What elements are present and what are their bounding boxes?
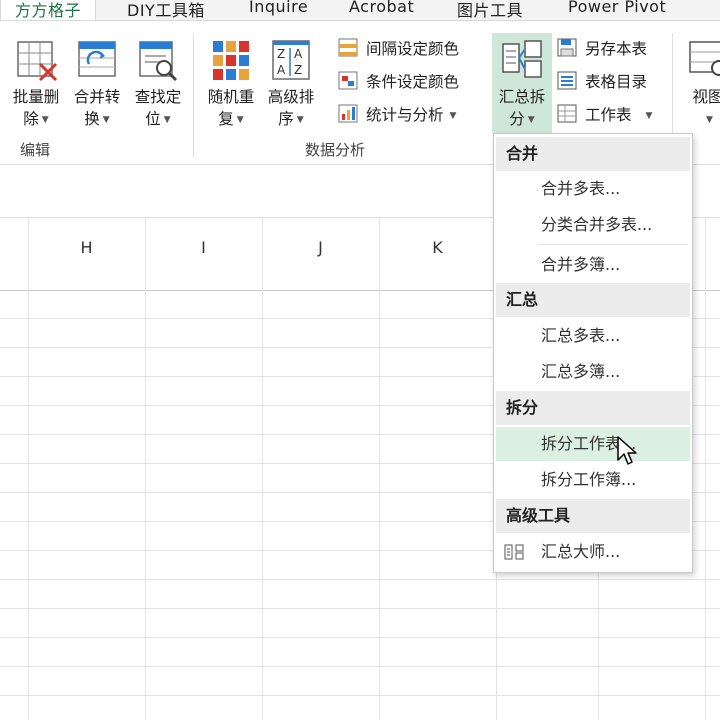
tab-acrobat[interactable]: Acrobat (349, 0, 414, 16)
menu-header-merge: 合并 (496, 137, 690, 171)
batch-delete-icon (17, 41, 58, 82)
summary-split-label-1: 汇总拆 (498, 88, 546, 106)
row-divider (0, 637, 720, 638)
interval-color-button[interactable]: 间隔设定颜色 (338, 37, 459, 61)
menu-item-summary-master-label: 汇总大师... (541, 542, 621, 561)
svg-text:Z: Z (294, 63, 302, 77)
stats-analysis-label: 统计与分析 (366, 106, 444, 124)
advanced-sort-label-1: 高级排 (267, 88, 315, 106)
menu-item-summary-master[interactable]: 汇总大师... (496, 535, 690, 569)
condition-color-icon (338, 71, 358, 90)
group-label-data-analysis: 数据分析 (305, 141, 366, 159)
column-divider (28, 218, 29, 720)
merge-convert-label-2: 换 (84, 110, 100, 128)
merge-convert-button[interactable]: 合并转 换 ▼ (66, 38, 128, 146)
chevron-down-icon: ▼ (296, 115, 304, 125)
tab-power-pivot[interactable]: Power Pivot (568, 0, 666, 16)
table-directory-icon (557, 71, 577, 90)
column-header-i[interactable]: I (145, 238, 262, 260)
table-directory-button[interactable]: 表格目录 (557, 70, 647, 94)
column-header-h[interactable]: H (28, 238, 145, 260)
group-label-edit: 编辑 (20, 141, 51, 159)
summary-master-icon (504, 544, 524, 560)
ribbon-tab-bar: 方方格子 DIY工具箱 Inquire Acrobat 图片工具 Power P… (0, 0, 720, 21)
row-divider (0, 579, 720, 580)
menu-item-merge-workbooks[interactable]: 合并多簿... (496, 248, 690, 282)
random-repeat-icon (213, 41, 249, 80)
column-divider (262, 218, 263, 720)
menu-item-split-worksheet[interactable]: 拆分工作表... (496, 427, 690, 461)
batch-delete-label-1: 批量删 (12, 88, 60, 106)
tab-fangfang[interactable]: 方方格子 (0, 0, 97, 20)
group-separator (193, 33, 194, 158)
menu-item-merge-sheets[interactable]: 合并多表... (496, 172, 690, 206)
tab-diy-toolbox[interactable]: DIY工具箱 (127, 0, 205, 21)
svg-text:Z: Z (277, 47, 285, 61)
menu-header-summary: 汇总 (496, 283, 690, 317)
row-divider (0, 608, 720, 609)
summary-split-button[interactable]: 汇总拆 分 ▼ (492, 33, 552, 133)
menu-item-category-merge-sheets[interactable]: 分类合并多表... (496, 208, 690, 242)
chevron-down-icon: ▼ (41, 115, 49, 125)
save-this-sheet-label: 另存本表 (585, 40, 648, 58)
view-label-1: 视图 (692, 88, 720, 106)
chevron-down-icon: ▼ (645, 111, 653, 121)
menu-item-split-workbook[interactable]: 拆分工作簿... (496, 463, 690, 497)
column-divider (705, 218, 706, 720)
advanced-sort-label-2: 序 (278, 110, 294, 128)
batch-delete-button[interactable]: 批量删 除 ▼ (5, 38, 67, 146)
advanced-sort-button[interactable]: Z A A Z 高级排 序 ▼ (260, 38, 322, 146)
chevron-down-icon: ▼ (236, 115, 244, 125)
merge-convert-icon (78, 41, 116, 77)
table-directory-label: 表格目录 (585, 73, 648, 91)
batch-delete-label-2: 除 (23, 110, 39, 128)
find-locate-label-1: 查找定 (134, 88, 182, 106)
find-locate-button[interactable]: 查找定 位 ▼ (127, 38, 189, 146)
menu-header-split: 拆分 (496, 391, 690, 425)
summary-split-dropdown-menu: 合并 合并多表... 分类合并多表... 合并多簿... 汇总 汇总多表... … (493, 133, 693, 573)
random-repeat-label-2: 复 (218, 110, 234, 128)
summary-split-label-2: 分 (509, 110, 525, 128)
summary-split-icon (502, 40, 542, 78)
column-header-k[interactable]: K (379, 238, 496, 260)
worksheet-label: 工作表 (585, 106, 632, 124)
tab-inquire[interactable]: Inquire (249, 0, 308, 16)
column-header-j[interactable]: J (262, 238, 379, 260)
save-sheet-icon (557, 38, 577, 57)
column-divider (379, 218, 380, 720)
tab-picture-tools[interactable]: 图片工具 (457, 0, 523, 21)
mouse-pointer-icon (617, 436, 637, 465)
advanced-sort-icon: Z A A Z (272, 40, 310, 80)
menu-item-summary-sheets[interactable]: 汇总多表... (496, 319, 690, 353)
row-divider (0, 695, 720, 696)
find-locate-icon (139, 41, 178, 82)
random-repeat-label-1: 随机重 (207, 88, 255, 106)
chevron-down-icon: ▼ (102, 115, 110, 125)
stats-analysis-button[interactable]: 统计与分析 ▼ (338, 103, 456, 127)
chevron-down-icon: ▼ (163, 115, 171, 125)
save-this-sheet-button[interactable]: 另存本表 (557, 37, 647, 61)
row-divider (0, 666, 720, 667)
svg-text:A: A (277, 63, 286, 77)
menu-separator (538, 244, 688, 245)
chevron-down-icon: ▼ (706, 115, 713, 125)
random-repeat-button[interactable]: 随机重 复 ▼ (200, 38, 262, 146)
chevron-down-icon: ▼ (527, 115, 535, 125)
column-divider (145, 218, 146, 720)
worksheet-icon (557, 104, 577, 123)
condition-color-label: 条件设定颜色 (366, 73, 460, 91)
find-locate-label-2: 位 (145, 110, 161, 128)
interval-color-icon (338, 38, 358, 57)
view-button[interactable]: 视图 ▼ (683, 38, 720, 146)
chevron-down-icon: ▼ (449, 111, 457, 121)
menu-item-summary-workbooks[interactable]: 汇总多簿... (496, 355, 690, 389)
menu-header-advanced-tools: 高级工具 (496, 499, 690, 533)
stats-analysis-icon (338, 104, 358, 123)
merge-convert-label-1: 合并转 (73, 88, 121, 106)
interval-color-label: 间隔设定颜色 (366, 40, 460, 58)
worksheet-button[interactable]: 工作表 ▼ (557, 103, 652, 127)
view-icon (689, 41, 720, 76)
svg-text:A: A (294, 47, 303, 61)
condition-color-button[interactable]: 条件设定颜色 (338, 70, 459, 94)
